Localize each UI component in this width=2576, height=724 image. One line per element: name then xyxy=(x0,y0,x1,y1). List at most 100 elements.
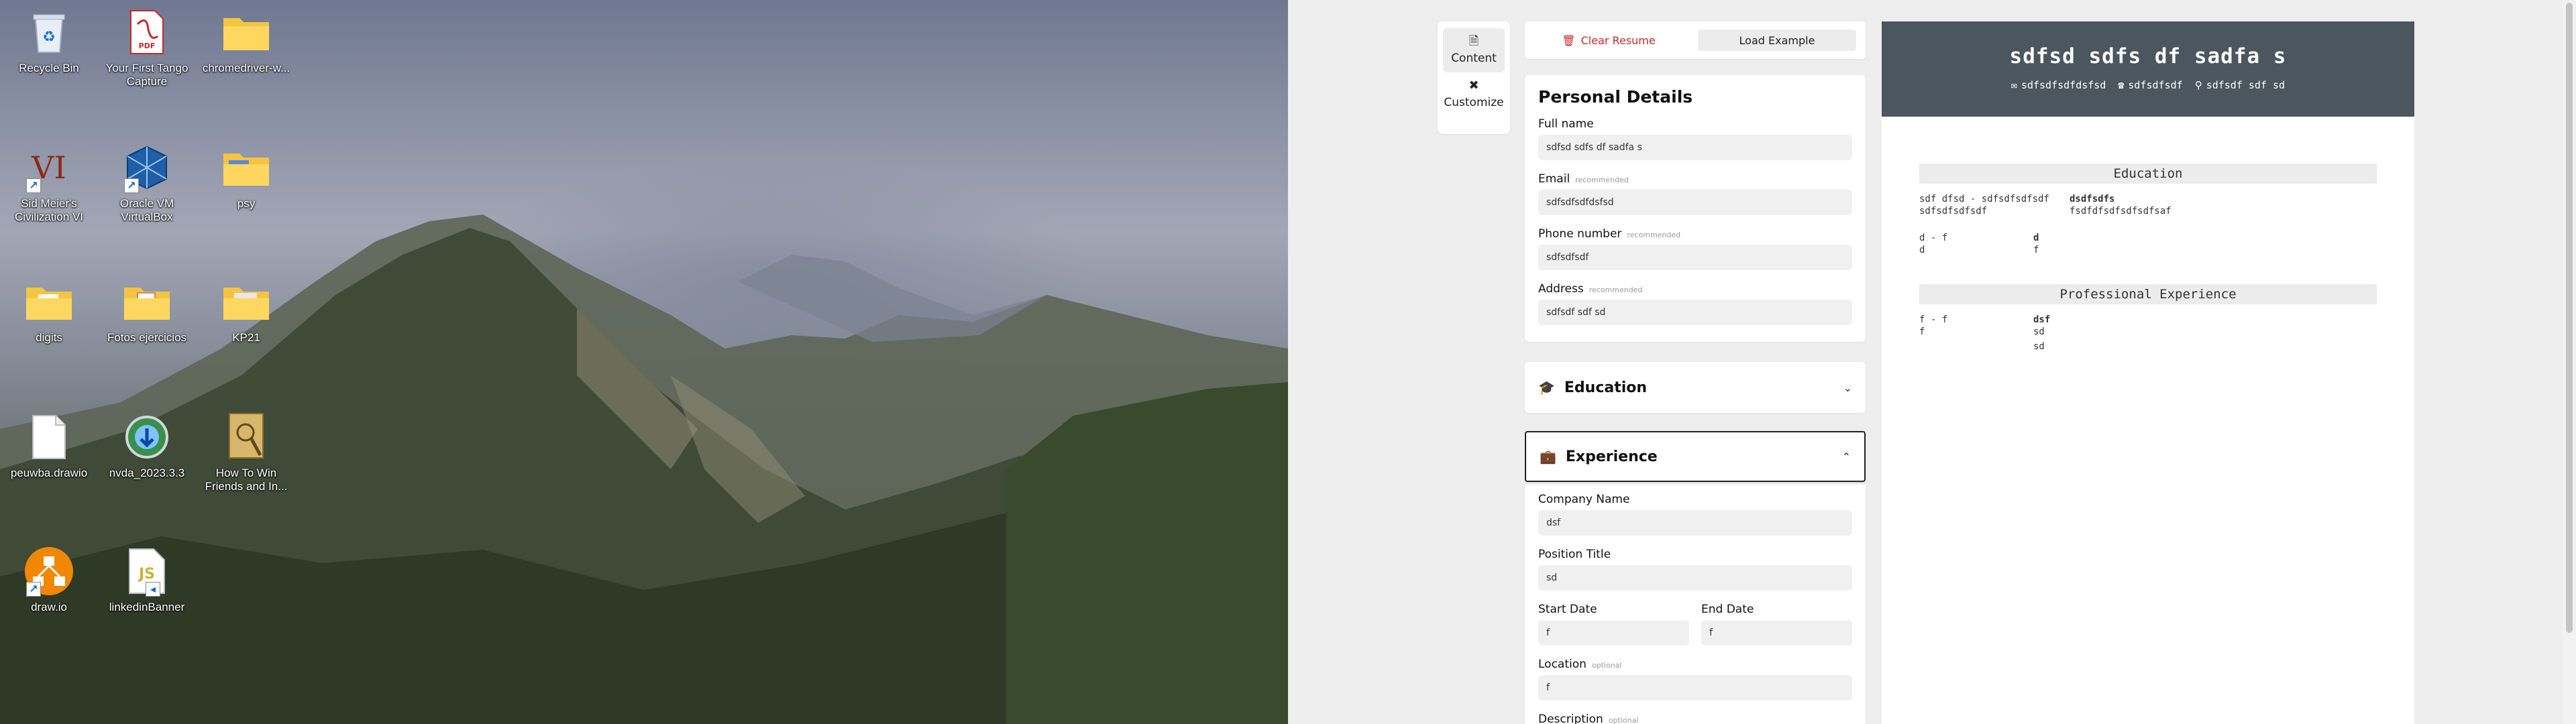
label-text: Full name xyxy=(1538,117,1594,131)
drawio-icon: ↗ xyxy=(22,544,76,598)
desktop-icon-label: Fotos ejercicios xyxy=(107,331,187,344)
experience-form: Company Name Position Title Start Date E… xyxy=(1525,485,1866,724)
desktop-icon-label: psy xyxy=(237,197,256,210)
svg-text:♻: ♻ xyxy=(42,29,56,46)
shortcut-arrow-icon: ◂ xyxy=(146,582,160,597)
desktop-icon-label: How To Win Friends and In... xyxy=(205,467,288,493)
resume-address: ⚲ sdfsdf sdf sd xyxy=(2195,79,2285,91)
label-text: Description xyxy=(1538,713,1603,724)
personal-details-section: Personal Details Full name Email recommen… xyxy=(1525,75,1866,342)
book-icon xyxy=(219,410,273,464)
item-detail: fsdfdfsdfsdfsdfsaf xyxy=(2070,206,2171,217)
address-input[interactable] xyxy=(1538,300,1852,325)
desktop-icon-virtualbox[interactable]: ↗ Oracle VM VirtualBox xyxy=(98,141,196,224)
item-detail: sd xyxy=(2033,326,2045,337)
label-text: Company Name xyxy=(1538,493,1630,506)
desktop-icon-label: KP21 xyxy=(232,331,260,344)
pdf-icon: PDF xyxy=(120,5,174,59)
start-date-label: Start Date xyxy=(1538,603,1689,616)
location-label: Location optional xyxy=(1538,658,1852,671)
contact-text: sdfsdf sdf sd xyxy=(2206,79,2286,91)
desktop-icon-label: Sid Meier's Civilization VI xyxy=(14,197,84,223)
email-label: Email recommended xyxy=(1538,172,1852,186)
label-text: Address xyxy=(1538,282,1584,296)
full-name-input[interactable] xyxy=(1538,135,1852,160)
map-pin-icon: ⚲ xyxy=(2194,79,2202,91)
desktop-icon-how-to-win-friends[interactable]: How To Win Friends and In... xyxy=(197,410,295,493)
envelope-icon: ✉ xyxy=(2010,79,2017,91)
item-place: sdfsdfsdfsdf xyxy=(1919,206,1988,217)
item-place: d xyxy=(1919,245,1925,255)
email-input[interactable] xyxy=(1538,190,1852,215)
desktop-icon-psy[interactable]: psy xyxy=(197,141,295,210)
optional-hint: optional xyxy=(1591,661,1622,670)
shortcut-arrow-icon: ↗ xyxy=(26,178,41,193)
desktop-icon-recycle-bin[interactable]: ♻ Recycle Bin xyxy=(0,5,98,75)
label-text: Phone number xyxy=(1538,227,1622,241)
desktop-icon-linkedinbanner[interactable]: JS ◂ linkedinBanner xyxy=(98,544,196,614)
company-name-input[interactable] xyxy=(1538,510,1852,536)
optional-hint: optional xyxy=(1608,716,1639,724)
desktop-icon-label: peuwba.drawio xyxy=(10,467,88,479)
resume-experience-item: f - ff dsf sd sd xyxy=(1919,314,2377,353)
contact-text: sdfsdfsdfdsfsd xyxy=(2021,79,2106,91)
desktop-icon-digits[interactable]: digits xyxy=(0,275,98,345)
resume-section-title: Education xyxy=(1919,164,2377,184)
tab-content[interactable]: 🗎 Content xyxy=(1443,28,1505,72)
page-scrollbar[interactable] xyxy=(2563,0,2576,724)
item-title: d xyxy=(2033,233,2039,243)
desktop-icon-kp21[interactable]: KP21 xyxy=(197,275,295,345)
tab-customize[interactable]: ✖ Customize xyxy=(1443,72,1505,117)
resume-name: sdfsd sdfs df sadfa s xyxy=(2009,44,2287,68)
start-date-input[interactable] xyxy=(1538,620,1689,646)
clear-resume-label: Clear Resume xyxy=(1580,34,1656,47)
label-text: Location xyxy=(1538,658,1587,671)
desktop-icon-label: linkedinBanner xyxy=(109,601,185,613)
briefcase-icon: 💼 xyxy=(1540,448,1556,465)
description-label: Description optional xyxy=(1538,713,1852,724)
document-icon: 🗎 xyxy=(1468,34,1479,48)
resume-header: sdfsd sdfs df sadfa s ✉ sdfsdfsdfdsfsd ☎ s… xyxy=(1882,21,2414,117)
wallpaper-mountains xyxy=(0,215,1288,724)
location-input[interactable] xyxy=(1538,675,1852,701)
desktop-icon-fotos-ejercicios[interactable]: Fotos ejercicios xyxy=(98,275,196,345)
desktop-icon-nvda[interactable]: nvda_2023.3.3 xyxy=(98,410,196,480)
recommended-hint: recommended xyxy=(1627,231,1681,239)
resume-section-title: Professional Experience xyxy=(1919,284,2377,304)
section-title: Education xyxy=(1564,379,1648,396)
experience-section-toggle[interactable]: 💼 Experience ⌃ xyxy=(1525,431,1866,482)
item-dates: d - f xyxy=(1919,233,1948,243)
address-label: Address recommended xyxy=(1538,282,1852,296)
recycle-bin-icon: ♻ xyxy=(22,5,76,59)
js-file-icon: JS ◂ xyxy=(120,544,174,598)
item-detail: f xyxy=(2033,245,2039,255)
shortcut-arrow-icon: ↗ xyxy=(26,582,41,597)
desktop-icon-chromedriver[interactable]: chromedriver-w... xyxy=(197,5,295,75)
education-section-toggle[interactable]: 🎓 Education ⌄ xyxy=(1525,362,1866,413)
clear-resume-button[interactable]: 🗑 Clear Resume xyxy=(1532,29,1686,51)
item-title: dsf xyxy=(2033,314,2051,325)
phone-icon: ☎ xyxy=(2118,79,2125,91)
desktop-icon-label: draw.io xyxy=(31,601,67,613)
file-icon xyxy=(22,410,76,464)
company-name-label: Company Name xyxy=(1538,493,1852,506)
position-title-input[interactable] xyxy=(1538,565,1852,591)
phone-label: Phone number recommended xyxy=(1538,227,1852,241)
load-example-button[interactable]: Load Example xyxy=(1698,29,1856,51)
label-text: Email xyxy=(1538,172,1570,186)
resume-phone: ☎ sdfsdfsdf xyxy=(2118,79,2182,91)
end-date-input[interactable] xyxy=(1701,620,1852,646)
scrollbar-thumb[interactable] xyxy=(2566,3,2573,633)
svg-text:JS: JS xyxy=(138,566,155,583)
phone-input[interactable] xyxy=(1538,245,1852,270)
resume-actions: 🗑 Clear Resume Load Example xyxy=(1525,21,1866,59)
chevron-up-icon: ⌃ xyxy=(1841,450,1851,463)
desktop-icon-drawio[interactable]: ↗ draw.io xyxy=(0,544,98,614)
desktop-icon-peuwba-drawio[interactable]: peuwba.drawio xyxy=(0,410,98,480)
desktop-icon-tango-capture[interactable]: PDF Your First Tango Capture xyxy=(98,5,196,88)
recommended-hint: recommended xyxy=(1575,176,1629,184)
folder-icon xyxy=(22,275,76,328)
resume-education-item: d - fd df xyxy=(1919,232,2377,256)
item-title: dsdfsdfs xyxy=(2070,194,2115,204)
desktop-icon-civilization[interactable]: VI ↗ Sid Meier's Civilization VI xyxy=(0,141,98,224)
